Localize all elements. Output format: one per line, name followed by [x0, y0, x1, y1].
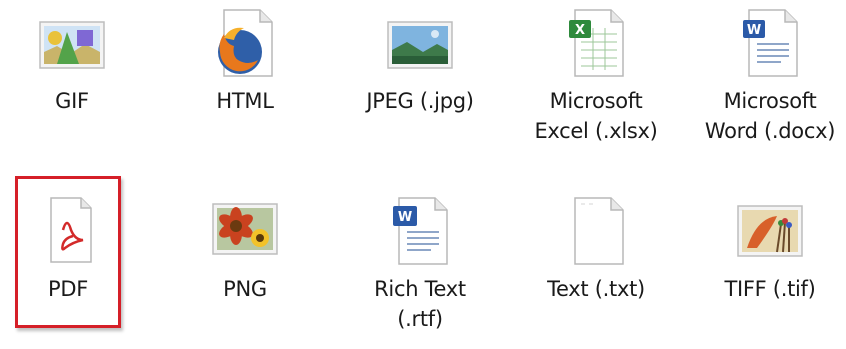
file-label-rtf: Rich Text (.rtf) [374, 277, 466, 331]
svg-text:W: W [398, 210, 412, 225]
excel-document-icon: X [569, 9, 624, 77]
svg-text:W: W [747, 23, 761, 38]
file-label-tiff: TIFF (.tif) [724, 277, 816, 301]
tiff-image-icon [737, 205, 803, 257]
word-document-icon: W [743, 9, 798, 77]
file-tile-txt[interactable]: Text (.txt) [526, 196, 666, 346]
rtf-document-icon: W [393, 197, 448, 265]
file-label-txt: Text (.txt) [547, 277, 645, 301]
file-label-docx: Microsoft Word (.docx) [704, 89, 836, 143]
file-tile-jpeg[interactable]: JPEG (.jpg) [350, 8, 490, 158]
file-label-png: PNG [223, 277, 267, 301]
gif-image-icon [39, 21, 105, 69]
file-label-html: HTML [216, 89, 274, 113]
file-tile-tiff[interactable]: TIFF (.tif) [700, 196, 840, 346]
file-label-jpeg: JPEG (.jpg) [366, 89, 474, 113]
file-tile-xlsx[interactable]: X Microsoft Excel (.xlsx) [526, 8, 666, 158]
file-tile-png[interactable]: PNG [175, 196, 315, 346]
firefox-document-icon [218, 9, 273, 77]
pdf-selection-highlight [15, 176, 121, 328]
png-image-icon [212, 203, 278, 255]
text-document-icon [574, 197, 624, 265]
file-label-xlsx: Microsoft Excel (.xlsx) [534, 89, 658, 143]
file-tile-gif[interactable]: GIF [2, 8, 142, 158]
file-label-gif: GIF [55, 89, 89, 113]
svg-text:X: X [575, 23, 585, 38]
file-type-grid: GIF HTML JPEG (.jpg) X Microsoft Excel (… [0, 0, 846, 349]
file-tile-docx[interactable]: W Microsoft Word (.docx) [700, 8, 840, 158]
file-tile-html[interactable]: HTML [175, 8, 315, 158]
jpeg-image-icon [387, 21, 453, 69]
file-tile-rtf[interactable]: W Rich Text (.rtf) [350, 196, 490, 346]
